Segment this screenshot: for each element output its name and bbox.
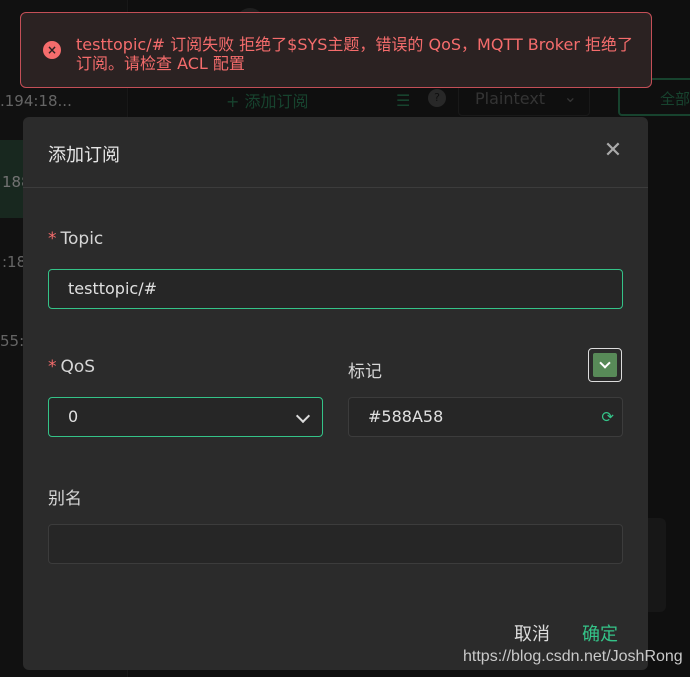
close-icon[interactable]: ✕ — [601, 139, 625, 163]
refresh-icon[interactable]: ⟳ — [601, 409, 614, 425]
chevron-down-icon — [599, 357, 611, 369]
color-input-value: #588A58 — [368, 407, 444, 426]
topic-label-text: Topic — [60, 229, 104, 249]
required-mark: * — [48, 229, 57, 249]
color-picker-trigger[interactable] — [588, 348, 622, 382]
dialog-header: 添加订阅 ✕ — [23, 117, 648, 188]
qos-select-value: 0 — [68, 407, 79, 426]
required-mark: * — [48, 357, 57, 377]
dialog-title: 添加订阅 — [48, 145, 120, 166]
error-toast: × testtopic/# 订阅失败 拒绝了$SYS主题，错误的 QoS，MQT… — [20, 12, 652, 88]
qos-label: * QoS — [48, 357, 95, 377]
confirm-button[interactable]: 确定 — [582, 620, 618, 646]
watermark: https://blog.csdn.net/JoshRong — [463, 648, 683, 665]
close-circle-icon: × — [43, 41, 61, 59]
color-swatch — [593, 353, 617, 377]
topic-input[interactable]: testtopic/# — [48, 269, 623, 309]
qos-label-text: QoS — [60, 357, 96, 377]
qos-select[interactable]: 0 — [48, 397, 323, 437]
color-input[interactable]: #588A58 ⟳ — [348, 397, 623, 437]
color-label: 标记 — [348, 362, 382, 382]
chevron-down-icon — [295, 408, 311, 424]
cancel-button[interactable]: 取消 — [514, 620, 550, 646]
error-message: testtopic/# 订阅失败 拒绝了$SYS主题，错误的 QoS，MQTT … — [76, 35, 633, 73]
alias-input[interactable] — [48, 524, 623, 564]
topic-input-value: testtopic/# — [68, 279, 157, 298]
topic-label: * Topic — [48, 229, 103, 249]
alias-label: 别名 — [48, 489, 82, 509]
add-subscription-dialog: 添加订阅 ✕ * Topic testtopic/# * QoS 0 标记 #588… — [23, 117, 648, 670]
